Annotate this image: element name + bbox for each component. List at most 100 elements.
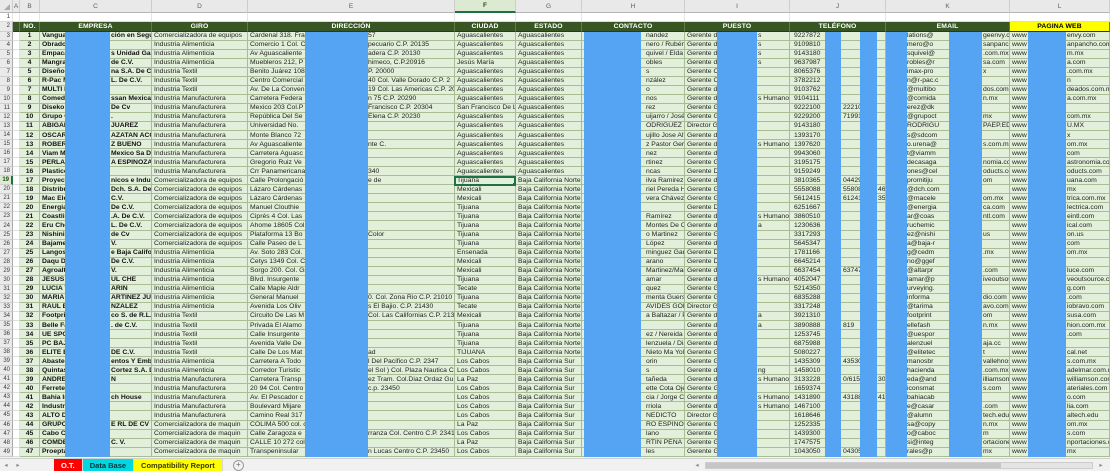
cell-estado[interactable]: Aguascalientes xyxy=(516,104,582,113)
row-number[interactable]: 48 xyxy=(0,439,13,448)
empty-cell[interactable] xyxy=(13,384,20,393)
cell-ciudad[interactable]: Aguascalientes xyxy=(455,86,516,95)
cell-giro[interactable]: Industria Manufacturera xyxy=(152,149,248,158)
empty-cell[interactable] xyxy=(13,285,20,294)
cell-no[interactable]: 25 xyxy=(20,249,40,258)
cell-estado[interactable]: Baja California Norte xyxy=(516,303,582,312)
empty-cell[interactable] xyxy=(13,240,20,249)
cell-giro[interactable]: Industria Manufacturera xyxy=(152,122,248,131)
empty-cell[interactable] xyxy=(13,203,20,212)
row-number[interactable]: 17 xyxy=(0,158,13,167)
cell-ciudad[interactable]: Tijuana xyxy=(455,203,516,212)
col-letter-B[interactable]: B xyxy=(20,0,40,13)
row-number[interactable]: 30 xyxy=(0,276,13,285)
cell-giro[interactable]: Industria Manufacturera xyxy=(152,393,248,402)
row-number[interactable]: 7 xyxy=(0,68,13,77)
empty-cell[interactable] xyxy=(13,95,20,104)
cell-ciudad[interactable]: Tijuana xyxy=(455,339,516,348)
row-number[interactable]: 27 xyxy=(0,249,13,258)
select-all-corner[interactable] xyxy=(0,0,13,13)
cell-estado[interactable]: Baja California Sur xyxy=(516,384,582,393)
row-number[interactable]: 3 xyxy=(0,32,13,41)
cell-no[interactable]: 34 xyxy=(20,330,40,339)
cell-no[interactable]: 43 xyxy=(20,411,40,420)
cell-giro[interactable]: Comercializadora de maquin xyxy=(152,421,248,430)
empty-cell[interactable] xyxy=(13,68,20,77)
empty-cell[interactable] xyxy=(13,303,20,312)
empty-cell[interactable] xyxy=(13,402,20,411)
cell-giro[interactable]: Comercializadora de equipos xyxy=(152,185,248,194)
cell-giro[interactable]: Industria Manufacturera xyxy=(152,167,248,176)
cell-giro[interactable]: Comercializadora de equipos xyxy=(152,32,248,41)
empty-cell[interactable] xyxy=(20,13,40,22)
row-number[interactable]: 45 xyxy=(0,411,13,420)
empty-cell[interactable] xyxy=(13,421,20,430)
cell-ciudad[interactable]: Mexicali xyxy=(455,312,516,321)
row-number[interactable]: 21 xyxy=(0,194,13,203)
cell-estado[interactable]: Aguascalientes xyxy=(516,122,582,131)
cell-ciudad[interactable]: Tijuana xyxy=(455,330,516,339)
cell-giro[interactable]: Industria Alimenticia xyxy=(152,258,248,267)
empty-cell[interactable] xyxy=(13,339,20,348)
row-number[interactable]: 42 xyxy=(0,384,13,393)
cell-estado[interactable]: Aguascalientes xyxy=(516,158,582,167)
row-number[interactable]: 39 xyxy=(0,357,13,366)
cell-ciudad[interactable]: Aguascalientes xyxy=(455,131,516,140)
cell-giro[interactable]: Industria Alimenticia xyxy=(152,357,248,366)
cell-giro[interactable]: Industria Alimenticia xyxy=(152,50,248,59)
col-letter-I[interactable]: I xyxy=(685,0,790,13)
cell-estado[interactable]: Baja California Norte xyxy=(516,249,582,258)
cell-estado[interactable]: Baja California Norte xyxy=(516,330,582,339)
header-giro[interactable]: GIRO xyxy=(152,22,248,32)
cell-no[interactable]: 13 xyxy=(20,140,40,149)
cell-estado[interactable]: Baja California Norte xyxy=(516,267,582,276)
row-number[interactable]: 38 xyxy=(0,348,13,357)
cell-no[interactable]: 40 xyxy=(20,384,40,393)
cell-ciudad[interactable]: Mexicali xyxy=(455,267,516,276)
cell-estado[interactable]: Baja California Norte xyxy=(516,221,582,230)
cell-ciudad[interactable]: Los Cabos xyxy=(455,430,516,439)
cell-estado[interactable]: Baja California Sur xyxy=(516,402,582,411)
cell-ciudad[interactable]: Aguascalientes xyxy=(455,149,516,158)
row-number[interactable]: 20 xyxy=(0,185,13,194)
row-number[interactable]: 29 xyxy=(0,267,13,276)
row-number[interactable]: 15 xyxy=(0,140,13,149)
empty-cell[interactable] xyxy=(13,330,20,339)
cell-no[interactable]: 21 xyxy=(20,212,40,221)
cell-ciudad[interactable]: Tijuana xyxy=(455,294,516,303)
row-number[interactable]: 10 xyxy=(0,95,13,104)
empty-cell[interactable] xyxy=(516,13,582,22)
cell-no[interactable]: 6 xyxy=(20,77,40,86)
col-letter-F[interactable]: F xyxy=(455,0,516,13)
cell-ciudad[interactable]: Aguascalientes xyxy=(455,158,516,167)
cell-no[interactable]: 1 xyxy=(20,32,40,41)
empty-cell[interactable] xyxy=(13,50,20,59)
row-number[interactable]: 47 xyxy=(0,430,13,439)
cell-giro[interactable]: Comercializadora de equipos xyxy=(152,176,248,185)
cell-giro[interactable]: Industria Textil xyxy=(152,312,248,321)
sheet-nav-right-icon[interactable]: ▸ xyxy=(12,461,24,469)
row-number[interactable]: 40 xyxy=(0,366,13,375)
empty-cell[interactable] xyxy=(13,176,20,185)
cell-no[interactable]: 8 xyxy=(20,95,40,104)
scrollbar-track[interactable] xyxy=(705,462,1093,469)
cell-no[interactable]: 9 xyxy=(20,104,40,113)
cell-no[interactable]: 5 xyxy=(20,68,40,77)
cell-ciudad[interactable]: Tijuana xyxy=(455,240,516,249)
cell-no[interactable]: 2 xyxy=(20,41,40,50)
empty-cell[interactable] xyxy=(13,231,20,240)
cell-ciudad[interactable]: Mexicali xyxy=(455,194,516,203)
cell-estado[interactable]: Aguascalientes xyxy=(516,77,582,86)
cell-no[interactable]: 38 xyxy=(20,366,40,375)
cell-no[interactable]: 26 xyxy=(20,258,40,267)
cell-giro[interactable]: Industria Alimenticia xyxy=(152,59,248,68)
empty-cell[interactable] xyxy=(248,13,455,22)
cell-giro[interactable]: Industria Alimenticia xyxy=(152,249,248,258)
col-letter-J[interactable]: J xyxy=(790,0,886,13)
empty-cell[interactable] xyxy=(13,321,20,330)
cell-estado[interactable]: Baja California Sur xyxy=(516,393,582,402)
cell-giro[interactable]: Industria Alimenticia xyxy=(152,303,248,312)
cell-ciudad[interactable]: Los Cabos xyxy=(455,357,516,366)
cell-no[interactable]: 10 xyxy=(20,113,40,122)
cell-estado[interactable]: Baja California Sur xyxy=(516,448,582,457)
